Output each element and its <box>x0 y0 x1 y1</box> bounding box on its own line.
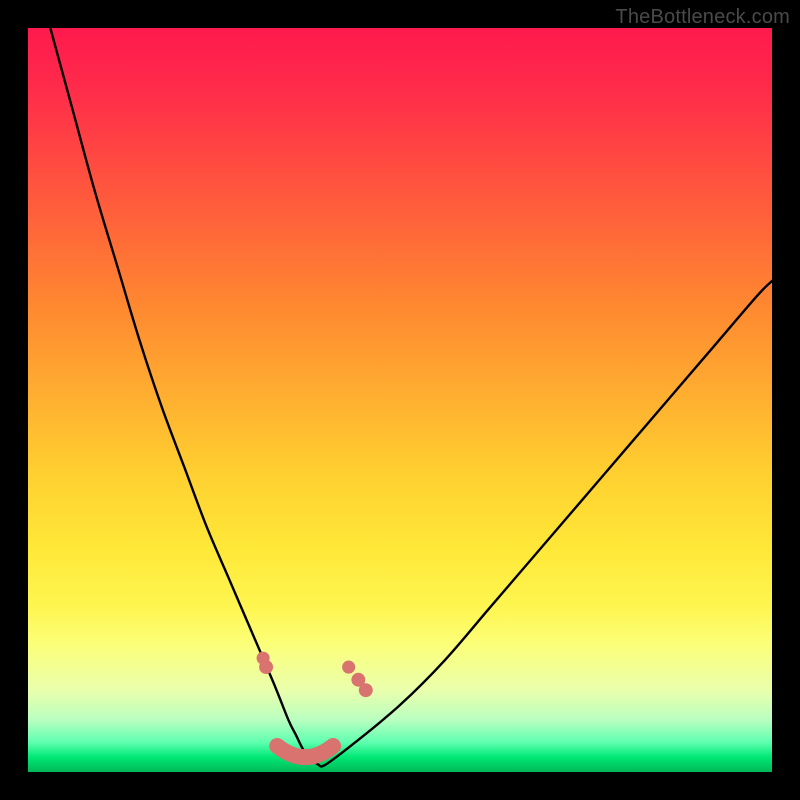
bottleneck-curve <box>50 28 772 767</box>
watermark-text: TheBottleneck.com <box>615 6 790 29</box>
highlight-dots <box>257 652 373 697</box>
highlight-dot <box>342 661 355 674</box>
bottleneck-curve-svg <box>28 28 772 772</box>
highlight-dot <box>259 660 273 674</box>
highlight-dot <box>359 683 373 697</box>
plot-area <box>28 28 772 772</box>
highlight-band <box>277 746 333 757</box>
chart-frame: TheBottleneck.com <box>0 0 800 800</box>
